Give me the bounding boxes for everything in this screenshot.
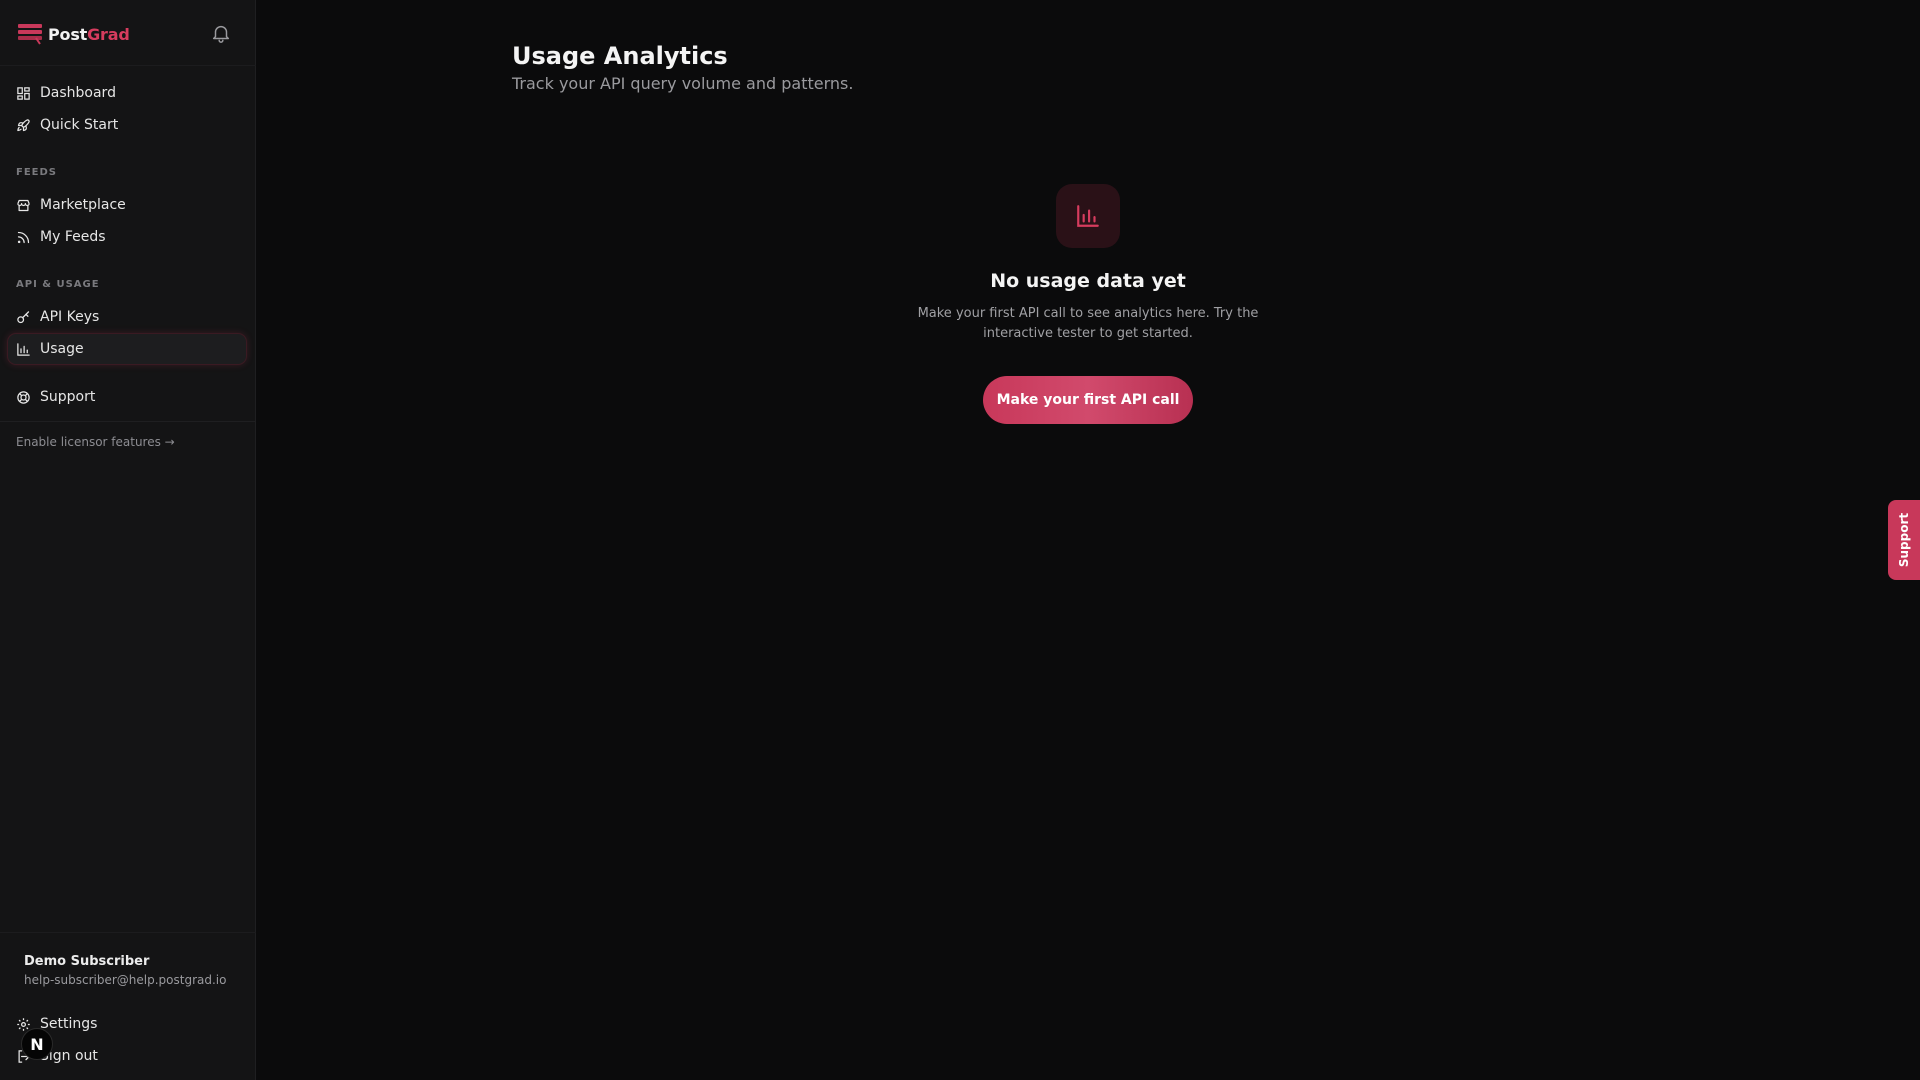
make-first-api-call-button[interactable]: Make your first API call [983, 376, 1193, 424]
nav-label: My Feeds [40, 229, 106, 245]
nav-label: Dashboard [40, 85, 116, 101]
divider [0, 65, 256, 66]
divider [0, 421, 256, 422]
sidebar: PostGrad Dashboard Quick Start FEEDS Mar… [0, 0, 256, 1080]
nav-marketplace[interactable]: Marketplace [8, 190, 246, 220]
support-tab-label: Support [1897, 512, 1912, 568]
nav-support[interactable]: Support [8, 382, 246, 412]
nav-label: Quick Start [40, 117, 119, 133]
nav-dashboard[interactable]: Dashboard [8, 78, 246, 108]
nav-label: API Keys [40, 309, 100, 325]
nav-usage[interactable]: Usage [8, 334, 246, 364]
nav-label: Marketplace [40, 197, 126, 213]
empty-state-icon-box [1056, 184, 1120, 248]
key-icon [17, 310, 30, 323]
nav-label: Support [40, 389, 96, 405]
nav-api-keys[interactable]: API Keys [8, 302, 246, 332]
lifebuoy-icon [17, 390, 30, 404]
postgrad-logo-icon [18, 24, 42, 45]
user-name: Demo Subscriber [24, 954, 150, 969]
nav-my-feeds[interactable]: My Feeds [8, 222, 246, 252]
empty-state-text: Make your first API call to see analytic… [917, 306, 1259, 341]
empty-state-title: No usage data yet [990, 270, 1186, 292]
support-tab[interactable]: Support [1888, 500, 1920, 580]
notifications-bell-icon[interactable] [210, 22, 232, 44]
rocket-icon [17, 118, 30, 131]
page-subtitle: Track your API query volume and patterns… [512, 74, 854, 93]
bar-chart-icon [1077, 205, 1099, 227]
bar-chart-icon [17, 342, 30, 356]
nav-label: Settings [40, 1016, 98, 1032]
user-email: help-subscriber@help.postgrad.io [24, 973, 227, 987]
nav-label: Usage [40, 341, 84, 357]
dashboard-icon [17, 86, 30, 100]
rss-icon [17, 231, 30, 243]
divider [0, 932, 256, 933]
enable-licensor-link[interactable]: Enable licensor features → [16, 435, 175, 449]
section-label-api-usage: API & USAGE [16, 279, 100, 290]
page-title: Usage Analytics [512, 42, 728, 70]
nav-quick-start[interactable]: Quick Start [8, 110, 246, 140]
store-icon [17, 199, 30, 211]
brand[interactable]: PostGrad [18, 22, 130, 46]
dev-tools-badge[interactable]: N [21, 1028, 53, 1060]
brand-name: PostGrad [48, 24, 130, 44]
section-label-feeds: FEEDS [16, 167, 57, 178]
